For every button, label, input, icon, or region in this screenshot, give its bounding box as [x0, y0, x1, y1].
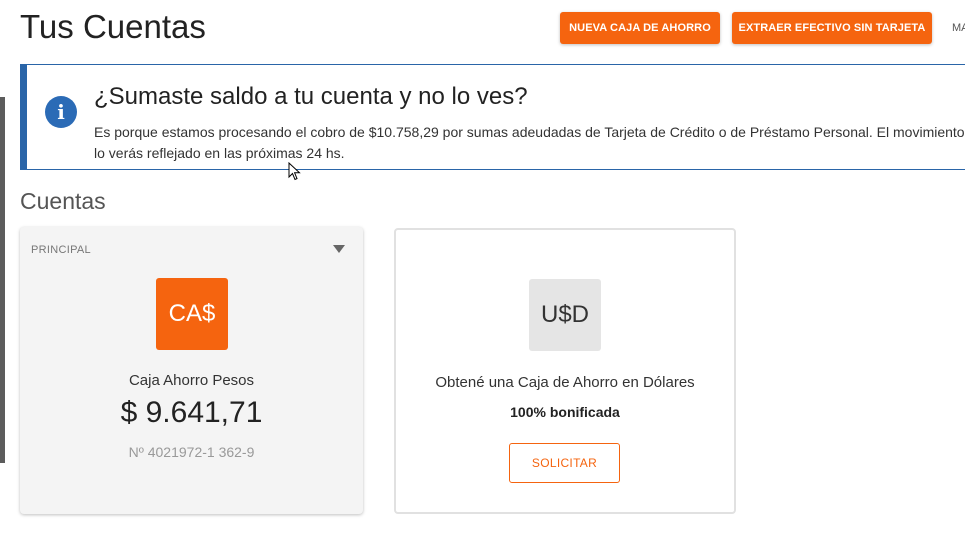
- usd-offer-text: Obtené una Caja de Ahorro en Dólares: [435, 374, 695, 391]
- account-name: Caja Ahorro Pesos: [128, 372, 255, 389]
- caret-down-icon[interactable]: [333, 245, 345, 253]
- page: Tus Cuentas NUEVA CAJA DE AHORRO EXTRAER…: [0, 0, 965, 542]
- usd-currency-badge: U$D: [529, 279, 601, 351]
- alert-message: Es porque estamos procesando el cobro de…: [94, 124, 965, 161]
- new-savings-account-button[interactable]: NUEVA CAJA DE AHORRO: [560, 12, 720, 44]
- left-scroll-strip: [0, 97, 5, 463]
- usd-account-offer-card: U$D Obtené una Caja de Ahorro en Dólares…: [394, 228, 736, 514]
- principal-tag: PRINCIPAL: [31, 244, 91, 256]
- usd-bonus-text: 100% bonificada: [510, 404, 620, 420]
- request-usd-account-button[interactable]: SOLICITAR: [509, 443, 620, 483]
- more-button[interactable]: MA: [952, 12, 965, 44]
- info-alert: i ¿Sumaste saldo a tu cuenta y no lo ves…: [20, 64, 965, 170]
- alert-title: ¿Sumaste saldo a tu cuenta y no lo ves?: [94, 83, 528, 110]
- account-balance: $ 9.641,71: [120, 396, 263, 429]
- account-number: Nº 4021972-1 362-9: [128, 444, 255, 460]
- info-icon: i: [45, 96, 77, 128]
- page-title: Tus Cuentas: [20, 8, 206, 45]
- mouse-cursor-icon: [288, 162, 301, 181]
- main-account-card[interactable]: PRINCIPAL CA$ Caja Ahorro Pesos $ 9.641,…: [20, 227, 363, 514]
- cardless-cash-button[interactable]: EXTRAER EFECTIVO SIN TARJETA: [732, 12, 932, 44]
- ars-currency-badge: CA$: [156, 278, 228, 350]
- accounts-section-title: Cuentas: [20, 188, 106, 214]
